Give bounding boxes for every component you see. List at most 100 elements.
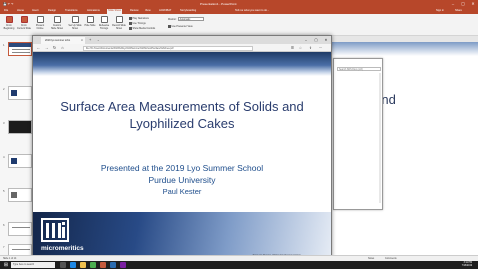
browser-minimize-button[interactable]: – xyxy=(301,36,311,44)
tab-insert[interactable]: Insert xyxy=(31,9,40,12)
close-tab-icon[interactable]: ✕ xyxy=(81,37,83,44)
show-media-controls-check[interactable]: Show Media Controls xyxy=(129,27,155,30)
file-explorer-icon[interactable] xyxy=(80,262,86,268)
notes-button[interactable]: Notes xyxy=(368,257,374,260)
background-browser-window[interactable]: Search SDS Docs (ctrl) xyxy=(333,58,383,210)
custom-show-icon xyxy=(53,16,61,23)
play-icon xyxy=(20,16,28,23)
record-button[interactable]: Record Slide Show xyxy=(112,16,126,30)
refresh-icon[interactable]: ↻ xyxy=(51,44,58,52)
reading-view-icon[interactable]: ☰ xyxy=(289,44,296,52)
slide-header-band xyxy=(33,52,331,76)
tab-file[interactable]: File xyxy=(3,9,9,12)
slide-thumbnail[interactable]: 3 xyxy=(3,120,32,134)
pdf-slide-view: Surface Area Measurements of Solids and … xyxy=(33,52,331,259)
timer-icon xyxy=(100,16,108,23)
presenter-view-check[interactable]: Use Presenter View xyxy=(168,25,193,28)
favorite-star-icon[interactable]: ☆ xyxy=(297,44,304,52)
rehearse-button[interactable]: Rehearse Timings xyxy=(97,16,111,30)
play-icon xyxy=(5,16,13,23)
tab-home[interactable]: Home xyxy=(16,9,25,12)
browser-maximize-button[interactable]: ▢ xyxy=(311,36,321,44)
windows-start-icon[interactable]: ⊞ xyxy=(3,262,9,268)
presenter-name: Paul Kester xyxy=(162,187,202,196)
back-icon[interactable]: ← xyxy=(35,44,42,52)
close-button[interactable]: ✕ xyxy=(468,1,478,7)
checkbox-icon xyxy=(129,17,132,20)
home-icon[interactable]: ⌂ xyxy=(59,44,66,52)
url-input[interactable]: file:///C:/Users/Documents/2019%20Lyo%20… xyxy=(83,45,253,51)
ribbon: From Beginning From Current Slide Presen… xyxy=(0,14,478,36)
minimize-button[interactable]: – xyxy=(448,1,458,7)
slide-thumbnail[interactable]: 6 xyxy=(3,222,32,236)
scrollbar[interactable] xyxy=(379,73,381,203)
present-online-button[interactable]: Present Online xyxy=(33,16,47,30)
play-narrations-check[interactable]: Play Narrations xyxy=(129,17,149,20)
browser-address-bar: ← → ↻ ⌂ file:///C:/Users/Documents/2019%… xyxy=(33,44,331,52)
powerpoint-icon[interactable] xyxy=(100,262,106,268)
forward-icon[interactable]: → xyxy=(43,44,50,52)
powerpoint-titlebar: 💾 ↶ ↷ Presentation1 - PowerPoint – ▢ ✕ xyxy=(0,0,478,8)
set-up-button[interactable]: Set Up Slide Show xyxy=(68,16,82,30)
taskbar-search[interactable]: Type here to search xyxy=(11,262,55,268)
hide-slide-button[interactable]: Hide Slide xyxy=(83,16,97,27)
slide-thumbnail[interactable]: 5 xyxy=(3,188,32,202)
tab-design[interactable]: Design xyxy=(47,9,57,12)
taskbar: ⊞ Type here to search 3:11 PM 7/16/2019 xyxy=(0,261,478,269)
maximize-button[interactable]: ▢ xyxy=(458,1,468,7)
browser-window: 2019 lyo summer scho ✕ + ⌄ – ▢ ✕ ← → ↻ ⌂… xyxy=(32,35,332,260)
browser-tab[interactable]: 2019 lyo summer scho ✕ xyxy=(41,37,85,44)
monitor-select[interactable]: Monitor: Automatic xyxy=(168,17,204,21)
micromeritics-logo-icon xyxy=(11,158,17,164)
slide-footer-band: micromeritics xyxy=(33,212,331,259)
record-icon xyxy=(115,16,123,23)
task-view-icon[interactable] xyxy=(60,262,66,268)
quick-access-toolbar[interactable]: 💾 ↶ ↷ xyxy=(3,2,13,6)
checkbox-icon xyxy=(129,27,132,30)
tab-review[interactable]: Review xyxy=(129,9,140,12)
slide-thumbnail-panel: 1 2 3 4 5 6 7 xyxy=(0,36,34,261)
tab-view[interactable]: View xyxy=(144,9,152,12)
checkbox-icon xyxy=(168,25,171,28)
micromeritics-logo-icon xyxy=(41,218,69,242)
tab-list-chevron-icon[interactable]: ⌄ xyxy=(97,37,100,43)
browser-tab-strip: 2019 lyo summer scho ✕ + ⌄ – ▢ ✕ xyxy=(33,36,331,44)
custom-show-button[interactable]: Custom Slide Show xyxy=(50,16,64,30)
new-tab-button[interactable]: + xyxy=(89,37,91,43)
teams-icon[interactable] xyxy=(120,262,126,268)
sign-in-link[interactable]: Sign in xyxy=(436,9,444,12)
from-current-button[interactable]: From Current Slide xyxy=(17,16,31,30)
logo-text: micromeritics xyxy=(41,245,84,252)
slide-thumbnail[interactable]: 1 xyxy=(3,42,32,56)
more-icon[interactable]: ⋯ xyxy=(317,44,324,52)
outlook-icon[interactable] xyxy=(110,262,116,268)
tab-animations[interactable]: Animations xyxy=(86,9,101,12)
present-online-icon xyxy=(36,16,44,23)
slide-thumbnail[interactable]: 2 xyxy=(3,86,32,100)
university-text: Purdue University xyxy=(148,175,216,185)
tab-storyboarding[interactable]: Storyboarding xyxy=(179,9,197,12)
store-icon[interactable] xyxy=(90,262,96,268)
presented-at-text: Presented at the 2019 Lyo Summer School xyxy=(100,163,264,173)
share-button[interactable]: Share xyxy=(455,9,462,12)
edge-icon[interactable] xyxy=(70,262,76,268)
tab-transitions[interactable]: Transitions xyxy=(64,9,79,12)
tab-acrobat[interactable]: ACROBAT xyxy=(158,9,172,12)
micromeritics-logo-icon xyxy=(11,90,17,96)
set-up-icon xyxy=(71,16,79,23)
comments-button[interactable]: Comments xyxy=(385,257,397,260)
slide-title: Surface Area Measurements of Solids and … xyxy=(60,99,304,131)
tell-me-search[interactable]: Tell me what you want to do... xyxy=(235,9,269,12)
slide-count: Slide 1 of 14 xyxy=(3,257,17,260)
from-beginning-button[interactable]: From Beginning xyxy=(2,16,16,30)
clock[interactable]: 3:11 PM 7/16/2019 xyxy=(462,262,472,269)
slide-thumbnail[interactable]: 4 xyxy=(3,154,32,168)
use-timings-check[interactable]: Use Timings xyxy=(129,22,146,25)
search-input[interactable]: Search SDS Docs (ctrl) xyxy=(337,67,381,71)
hide-slide-icon xyxy=(86,16,94,23)
checkbox-icon xyxy=(129,22,132,25)
share-icon[interactable]: ⇪ xyxy=(307,44,314,52)
browser-close-button[interactable]: ✕ xyxy=(321,36,331,44)
photo-icon xyxy=(11,192,17,198)
window-title: Presentation1 - PowerPoint xyxy=(200,2,237,6)
